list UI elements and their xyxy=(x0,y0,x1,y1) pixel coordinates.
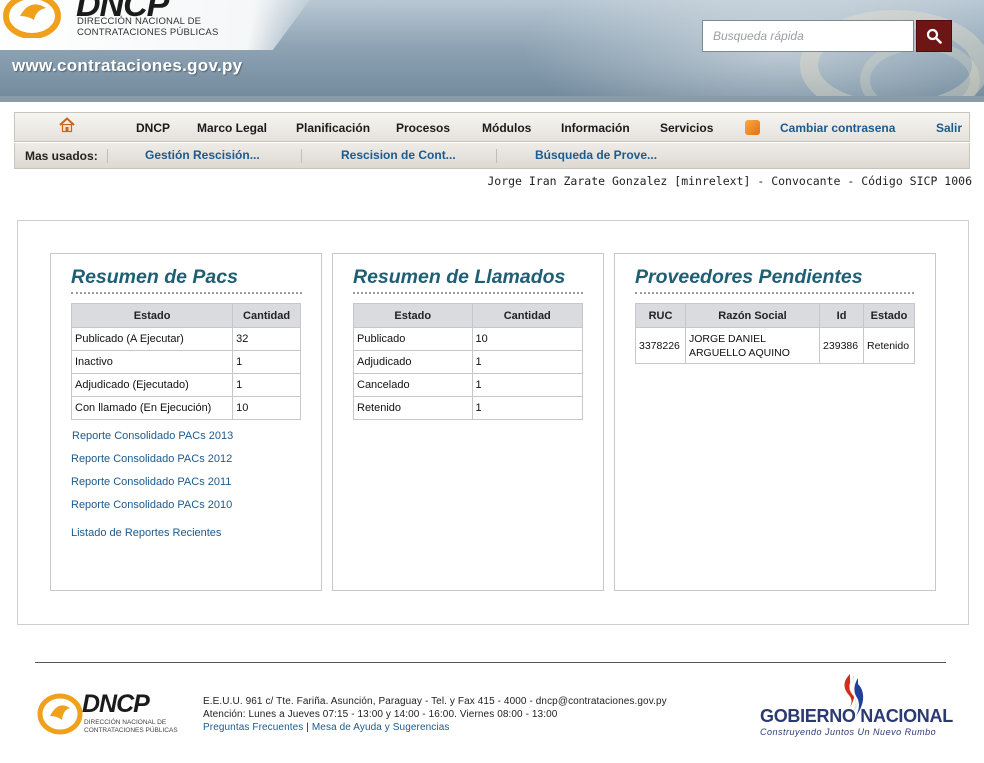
table-cell: 1 xyxy=(232,373,301,397)
search-icon xyxy=(926,28,942,44)
divider xyxy=(107,149,108,163)
table-row: Inactivo 1 xyxy=(70,350,301,374)
divider xyxy=(301,149,302,163)
table-cell: 10 xyxy=(232,396,301,420)
footer-divider xyxy=(35,662,946,663)
logout-link[interactable]: Salir xyxy=(936,121,962,135)
nav-item-procesos[interactable]: Procesos xyxy=(396,121,450,135)
calls-table: Estado Cantidad Publicado 10 Adjudicado … xyxy=(353,303,584,420)
table-cell: 1 xyxy=(471,373,584,397)
report-link[interactable]: Reporte Consolidado PACs 2010 xyxy=(71,499,232,511)
table-cell: Con llamado (En Ejecución) xyxy=(70,396,234,420)
table-cell: JORGE DANIEL ARGUELLO AQUINO xyxy=(684,327,821,364)
column-header: Estado xyxy=(863,303,915,328)
column-header: Cantidad xyxy=(471,303,584,328)
faq-link[interactable]: Preguntas Frecuentes xyxy=(203,722,303,733)
pending-suppliers-panel: Proveedores Pendientes RUC Razón Social … xyxy=(614,253,936,591)
most-used-bar: Mas usados: Gestión Rescisión... Rescisi… xyxy=(14,143,970,169)
table-cell: Adjudicado (Ejecutado) xyxy=(70,373,234,397)
pacs-table: Estado Cantidad Publicado (A Ejecutar) 3… xyxy=(70,303,301,420)
panel-title: Resumen de Pacs xyxy=(71,266,238,288)
nav-item-marco-legal[interactable]: Marco Legal xyxy=(197,121,267,135)
table-row: Cancelado 1 xyxy=(353,373,584,397)
report-link[interactable]: Reporte Consolidado PACs 2011 xyxy=(71,476,231,488)
table-cell: Adjudicado xyxy=(353,350,473,374)
column-header: Cantidad xyxy=(232,303,301,328)
recent-reports-link[interactable]: Listado de Reportes Recientes xyxy=(71,527,221,539)
table-row: Adjudicado 1 xyxy=(353,350,584,374)
column-header: Razón Social xyxy=(684,303,821,328)
footer-address: E.E.U.U. 961 c/ Tte. Fariña. Asunción, P… xyxy=(203,696,667,707)
table-row: 3378226 JORGE DANIEL ARGUELLO AQUINO 239… xyxy=(635,327,915,364)
main-nav: DNCP Marco Legal Planificación Procesos … xyxy=(14,112,970,142)
footer-logo-subtitle: DIRECCIÓN NACIONAL DE xyxy=(84,719,167,726)
search-button[interactable] xyxy=(916,20,952,52)
gov-title: GOBIERNO NACIONAL xyxy=(760,706,953,726)
footer-logo-text: DNCP xyxy=(82,690,150,718)
table-row: Retenido 1 xyxy=(353,396,584,420)
table-cell: Retenido xyxy=(863,327,915,364)
table-cell: 1 xyxy=(232,350,301,374)
divider xyxy=(496,149,497,163)
site-url: www.contrataciones.gov.py xyxy=(12,56,243,75)
footer-hours: Atención: Lunes a Jueves 07:15 - 13:00 y… xyxy=(203,709,558,720)
table-row: Adjudicado (Ejecutado) 1 xyxy=(70,373,301,397)
report-link[interactable]: Reporte Consolidado PACs 2013 xyxy=(72,430,233,442)
table-row: Con llamado (En Ejecución) 10 xyxy=(70,396,301,420)
column-header: Id xyxy=(819,303,865,328)
footer-logo-subtitle: CONTRATACIONES PÚBLICAS xyxy=(84,727,178,734)
table-cell: 1 xyxy=(471,350,584,374)
pacs-summary-panel: Resumen de Pacs Estado Cantidad Publicad… xyxy=(50,253,322,591)
column-header: Estado xyxy=(70,303,234,328)
column-header: Estado xyxy=(353,303,473,328)
suppliers-table: RUC Razón Social Id Estado 3378226 JORGE… xyxy=(635,303,915,364)
calls-summary-panel: Resumen de Llamados Estado Cantidad Publ… xyxy=(332,253,604,591)
table-cell: Publicado (A Ejecutar) xyxy=(70,327,234,351)
table-cell: 1 xyxy=(471,396,584,420)
nav-item-modulos[interactable]: Módulos xyxy=(482,121,531,135)
nav-item-planificacion[interactable]: Planificación xyxy=(296,121,370,135)
link-separator: | xyxy=(306,722,309,733)
table-cell: Retenido xyxy=(353,396,473,420)
user-info: Jorge Iran Zarate Gonzalez [minrelext] -… xyxy=(487,174,972,188)
nav-item-informacion[interactable]: Información xyxy=(561,121,630,135)
gobierno-nacional-logo: GOBIERNO NACIONAL Construyendo Juntos Un… xyxy=(758,672,958,742)
panel-title: Proveedores Pendientes xyxy=(635,266,863,288)
table-cell: 32 xyxy=(232,327,301,351)
table-cell: 3378226 xyxy=(635,327,686,364)
panel-title: Resumen de Llamados xyxy=(353,266,566,288)
title-divider xyxy=(353,292,583,294)
most-used-link[interactable]: Rescision de Cont... xyxy=(341,148,456,162)
table-cell: Publicado xyxy=(353,327,473,351)
table-cell: 10 xyxy=(471,327,584,351)
change-password-link[interactable]: Cambiar contrasena xyxy=(780,121,895,135)
table-cell: Inactivo xyxy=(70,350,234,374)
table-row: Publicado (A Ejecutar) 32 xyxy=(70,327,301,351)
logo-subtitle: DIRECCIÓN NACIONAL DE xyxy=(77,16,202,27)
table-cell: 239386 xyxy=(819,327,865,364)
help-desk-link[interactable]: Mesa de Ayuda y Sugerencias xyxy=(312,722,450,733)
header-stripe xyxy=(0,96,984,102)
nav-item-dncp[interactable]: DNCP xyxy=(136,121,170,135)
title-divider xyxy=(635,292,914,294)
rss-icon[interactable] xyxy=(745,120,760,135)
logo-subtitle: CONTRATACIONES PÚBLICAS xyxy=(77,27,219,38)
search-input[interactable]: Busqueda rápida xyxy=(702,20,914,52)
nav-item-servicios[interactable]: Servicios xyxy=(660,121,713,135)
report-link[interactable]: Reporte Consolidado PACs 2012 xyxy=(71,453,232,465)
table-cell: Cancelado xyxy=(353,373,473,397)
gov-tagline: Construyendo Juntos Un Nuevo Rumbo xyxy=(760,727,937,737)
footer-links: Preguntas Frecuentes | Mesa de Ayuda y S… xyxy=(203,722,449,733)
most-used-label: Mas usados: xyxy=(25,149,98,163)
title-divider xyxy=(71,292,302,294)
table-row: Publicado 10 xyxy=(353,327,584,351)
most-used-link[interactable]: Búsqueda de Prove... xyxy=(535,148,657,162)
most-used-link[interactable]: Gestión Rescisión... xyxy=(145,148,260,162)
site-header: DNCP DIRECCIÓN NACIONAL DE CONTRATACIONE… xyxy=(0,0,984,102)
column-header: RUC xyxy=(635,303,686,328)
home-icon[interactable] xyxy=(58,116,76,134)
dncp-logo-mark-icon xyxy=(3,0,61,38)
